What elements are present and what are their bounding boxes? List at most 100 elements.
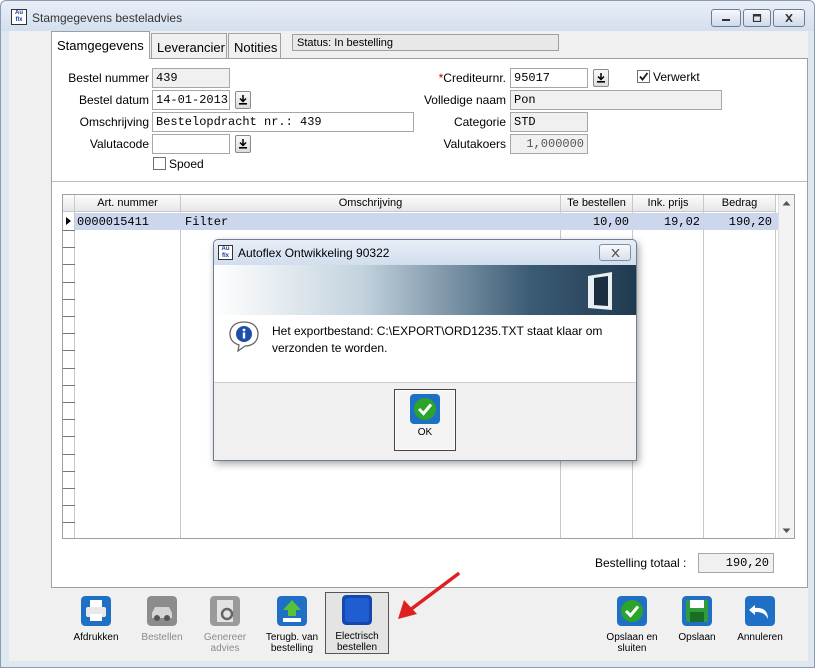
information-icon: [229, 321, 259, 352]
crediteurnr-field[interactable]: 95017: [510, 68, 588, 88]
bestelnummer-label: Bestel nummer: [68, 71, 149, 85]
volledige-naam-field[interactable]: Pon: [510, 90, 722, 110]
row-marker: [63, 522, 75, 524]
scroll-up-icon[interactable]: [782, 200, 791, 206]
opslaan-en-sluiten-button[interactable]: Opslaan en sluiten: [600, 594, 664, 656]
row-marker: [63, 316, 75, 317]
grid-column: [75, 212, 181, 538]
valutacode-label: Valutacode: [89, 137, 149, 151]
printer-icon: [81, 596, 111, 626]
row-marker: [63, 247, 75, 249]
verwerkt-checkbox[interactable]: [637, 70, 650, 83]
crediteurnr-lookup-button[interactable]: [593, 69, 609, 87]
column-header-bedrag[interactable]: Bedrag: [704, 195, 776, 212]
window-title: Stamgegevens besteladvies: [32, 11, 183, 25]
autoflex-logo-icon: Au flx: [11, 9, 27, 25]
besteldatum-label: Bestel datum: [78, 93, 149, 107]
scroll-down-icon[interactable]: [782, 528, 791, 534]
opslaan-button[interactable]: Opslaan: [665, 594, 729, 656]
row-marker: [63, 453, 75, 455]
row-indicator-column: [63, 212, 75, 538]
checkmark-icon: [639, 72, 649, 81]
minimize-icon: [722, 19, 730, 21]
electrisch-label-line2: bestellen: [336, 642, 378, 653]
title-bar[interactable]: Au flx Stamgegevens besteladvies: [1, 1, 814, 31]
row-marker: [63, 419, 75, 421]
annuleren-button[interactable]: Annuleren: [728, 594, 792, 656]
volledige-naam-label: Volledige naam: [423, 93, 506, 107]
spoed-label: Spoed: [169, 157, 204, 171]
dialog-banner: [214, 265, 636, 315]
bestellen-button[interactable]: Bestellen: [130, 594, 194, 656]
electrisch-label-line1: Electrisch: [335, 631, 379, 642]
terugboeken-bestelling-button[interactable]: Terugb. van bestelling: [260, 594, 324, 656]
besteldatum-field[interactable]: 14-01-2013: [152, 90, 230, 110]
tab-notities[interactable]: Notities: [228, 33, 281, 59]
download-arrow-icon: [597, 73, 605, 83]
electrisch-bestellen-button[interactable]: Electrisch bestellen: [325, 592, 389, 654]
row-marker: [63, 298, 75, 300]
valutakoers-field[interactable]: 1,000000: [510, 134, 588, 154]
besteldatum-picker-button[interactable]: [235, 91, 251, 109]
bestellen-label: Bestellen: [141, 632, 183, 643]
crediteurnr-label: *Crediteurnr.: [382, 71, 506, 85]
order-car-icon: [147, 596, 177, 626]
tab-stamgegevens[interactable]: Stamgegevens: [51, 31, 150, 59]
bestelnummer-field[interactable]: 439: [152, 68, 230, 88]
cell-art-nummer[interactable]: 0000015411: [77, 213, 149, 230]
row-marker: [63, 402, 75, 403]
row-marker: [63, 350, 75, 352]
row-marker: [63, 436, 75, 438]
column-header-te-bestellen[interactable]: Te bestellen: [561, 195, 633, 212]
row-marker: [63, 333, 75, 335]
check-circle-icon: [410, 394, 440, 424]
categorie-label: Categorie: [453, 115, 506, 129]
ok-button[interactable]: OK: [394, 389, 456, 451]
autoflex-logo-icon: Au flx: [218, 245, 233, 260]
dialog-close-button[interactable]: [599, 244, 631, 261]
crediteurnr-label-text: Crediteurnr.: [443, 71, 506, 85]
cell-bedrag[interactable]: 190,20: [704, 213, 772, 230]
cell-te-bestellen[interactable]: 10,00: [561, 213, 629, 230]
categorie-field[interactable]: STD: [510, 112, 588, 132]
valutacode-lookup-button[interactable]: [235, 135, 251, 153]
spoed-checkbox[interactable]: [153, 157, 166, 170]
column-header-art-nummer[interactable]: Art. nummer: [75, 195, 181, 212]
status-field: Status: In bestelling: [292, 34, 559, 51]
row-marker: [63, 384, 75, 386]
grid-vertical-scrollbar[interactable]: [778, 195, 794, 538]
genereer-label-line1: Genereer: [203, 632, 247, 643]
genereer-advies-button[interactable]: Genereer advies: [193, 594, 257, 656]
section-divider: [52, 181, 807, 182]
dialog-button-area: OK: [214, 382, 636, 460]
minimize-button[interactable]: [711, 9, 741, 27]
row-marker: [63, 367, 75, 369]
close-icon: [611, 248, 619, 257]
afdrukken-button[interactable]: Afdrukken: [64, 594, 128, 656]
bestelling-totaal-field: 190,20: [698, 553, 774, 573]
close-button[interactable]: [773, 9, 805, 27]
omschrijving-label: Omschrijving: [79, 115, 149, 129]
download-arrow-icon: [239, 139, 247, 149]
valutacode-field[interactable]: [152, 134, 230, 154]
bestelling-totaal-label: Bestelling totaal :: [595, 556, 687, 570]
generate-gear-icon: [210, 596, 240, 626]
row-marker: [63, 264, 75, 266]
row-marker: [63, 470, 75, 472]
dialog-title-bar[interactable]: Au flx Autoflex Ontwikkeling 90322: [214, 240, 636, 265]
row-header-corner: [63, 195, 75, 212]
electric-order-icon: [342, 595, 372, 625]
terugb-label-line2: bestelling: [270, 643, 314, 654]
tab-leverancier[interactable]: Leverancier: [151, 33, 227, 59]
column-header-ink-prijs[interactable]: Ink. prijs: [633, 195, 704, 212]
upload-arrow-icon: [277, 596, 307, 626]
column-header-omschrijving[interactable]: Omschrijving: [181, 195, 561, 212]
cell-omschrijving[interactable]: Filter: [185, 213, 228, 230]
row-marker: [63, 505, 75, 507]
cell-ink-prijs[interactable]: 19,02: [633, 213, 700, 230]
undo-arrow-icon: [745, 596, 775, 626]
save-floppy-icon: [682, 596, 712, 626]
omschrijving-field[interactable]: Bestelopdracht nr.: 439: [152, 112, 414, 132]
opslaan-sluiten-label-line2: sluiten: [617, 643, 647, 654]
maximize-button[interactable]: [743, 9, 771, 27]
